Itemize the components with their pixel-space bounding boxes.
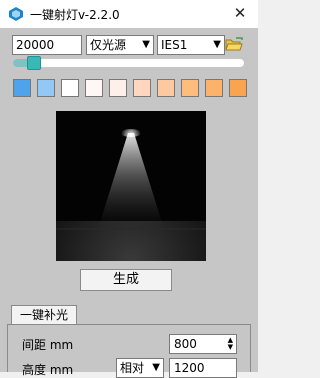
color-swatch[interactable] [181, 79, 199, 97]
height-value: 1200 [174, 361, 205, 375]
height-mode-value: 相对 [120, 361, 145, 375]
source-select[interactable]: 仅光源 ▼ [86, 35, 154, 55]
intensity-slider-thumb[interactable] [26, 56, 41, 70]
chevron-down-icon: ▼ [152, 362, 160, 373]
color-swatch[interactable] [61, 79, 79, 97]
color-swatch[interactable] [157, 79, 175, 97]
height-spinbox[interactable]: 1200 [169, 358, 237, 378]
color-swatch[interactable] [133, 79, 151, 97]
intensity-input[interactable]: 20000 [12, 35, 82, 55]
app-icon [9, 7, 23, 21]
color-swatch[interactable] [229, 79, 247, 97]
title-bar: 一键射灯v-2.2.0 ✕ [0, 0, 258, 28]
spin-arrows-icon[interactable]: ▲ ▼ [228, 337, 233, 351]
color-swatch[interactable] [205, 79, 223, 97]
height-mode-select[interactable]: 相对 ▼ [116, 358, 164, 378]
height-label: 高度 mm [22, 363, 74, 377]
color-swatch[interactable] [37, 79, 55, 97]
ies-select[interactable]: IES1 ▼ [157, 35, 225, 55]
chevron-down-icon: ▼ [142, 39, 150, 50]
generate-button-label: 生成 [112, 272, 139, 287]
generate-button[interactable]: 生成 [80, 269, 172, 291]
tab-fill-light[interactable]: 一键补光 [11, 305, 77, 325]
close-button[interactable]: ✕ [230, 2, 250, 24]
spacing-label: 间距 mm [22, 338, 74, 352]
light-preview [56, 111, 206, 261]
color-swatch[interactable] [109, 79, 127, 97]
intensity-slider-track[interactable] [13, 59, 244, 67]
spacing-value: 800 [174, 337, 197, 351]
source-select-value: 仅光源 [90, 38, 127, 52]
close-icon: ✕ [233, 4, 247, 22]
spacing-spinbox[interactable]: 800 ▲ ▼ [169, 334, 237, 354]
intensity-value: 20000 [16, 38, 55, 52]
color-swatch[interactable] [85, 79, 103, 97]
ies-select-value: IES1 [161, 38, 188, 52]
window-title: 一键射灯v-2.2.0 [30, 8, 120, 22]
tab-label: 一键补光 [19, 308, 68, 322]
preview-image [56, 111, 206, 261]
folder-open-icon[interactable] [225, 37, 243, 53]
chevron-down-icon: ▼ [213, 39, 221, 50]
color-swatch[interactable] [13, 79, 31, 97]
